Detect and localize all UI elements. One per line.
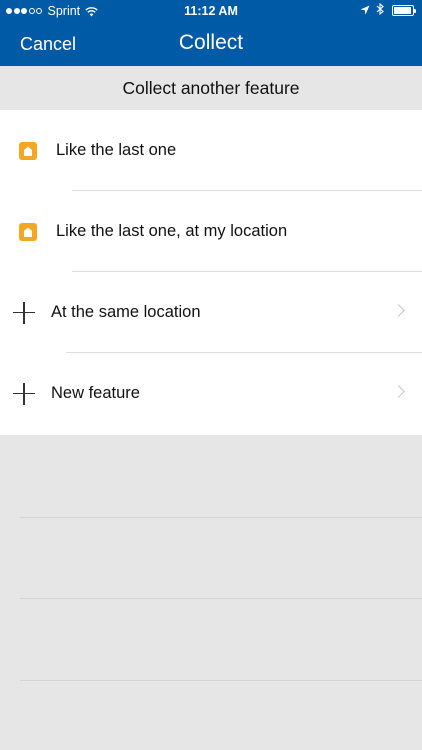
plus-icon xyxy=(13,301,35,324)
battery-icon xyxy=(392,5,416,16)
status-time: 11:12 AM xyxy=(184,4,238,18)
navigation-bar: Sprint 11:12 AM Cancel Collect xyxy=(0,0,422,66)
section-header: Collect another feature xyxy=(0,66,422,110)
chevron-right-icon xyxy=(392,304,405,317)
option-same-location[interactable]: At the same location xyxy=(0,272,422,353)
empty-row-divider xyxy=(20,517,422,518)
status-bar: Sprint 11:12 AM xyxy=(0,0,422,22)
feature-template-icon xyxy=(19,222,37,241)
empty-row-divider xyxy=(20,598,422,599)
empty-row-divider xyxy=(20,680,422,681)
chevron-right-icon xyxy=(392,385,405,398)
option-label: At the same location xyxy=(51,303,201,321)
option-like-last-one[interactable]: Like the last one xyxy=(0,110,422,191)
option-new-feature[interactable]: New feature xyxy=(0,353,422,434)
page-title: Collect xyxy=(178,31,244,54)
collect-options-list: Like the last one Like the last one, at … xyxy=(0,110,422,435)
option-label: New feature xyxy=(51,384,140,402)
feature-template-icon xyxy=(19,141,37,160)
option-label: Like the last one xyxy=(56,141,177,159)
bluetooth-icon xyxy=(376,2,384,18)
option-label: Like the last one, at my location xyxy=(56,222,288,240)
plus-icon xyxy=(13,382,35,405)
location-arrow-icon xyxy=(360,4,370,18)
option-like-last-one-my-location[interactable]: Like the last one, at my location xyxy=(0,191,422,272)
status-right xyxy=(360,2,416,18)
